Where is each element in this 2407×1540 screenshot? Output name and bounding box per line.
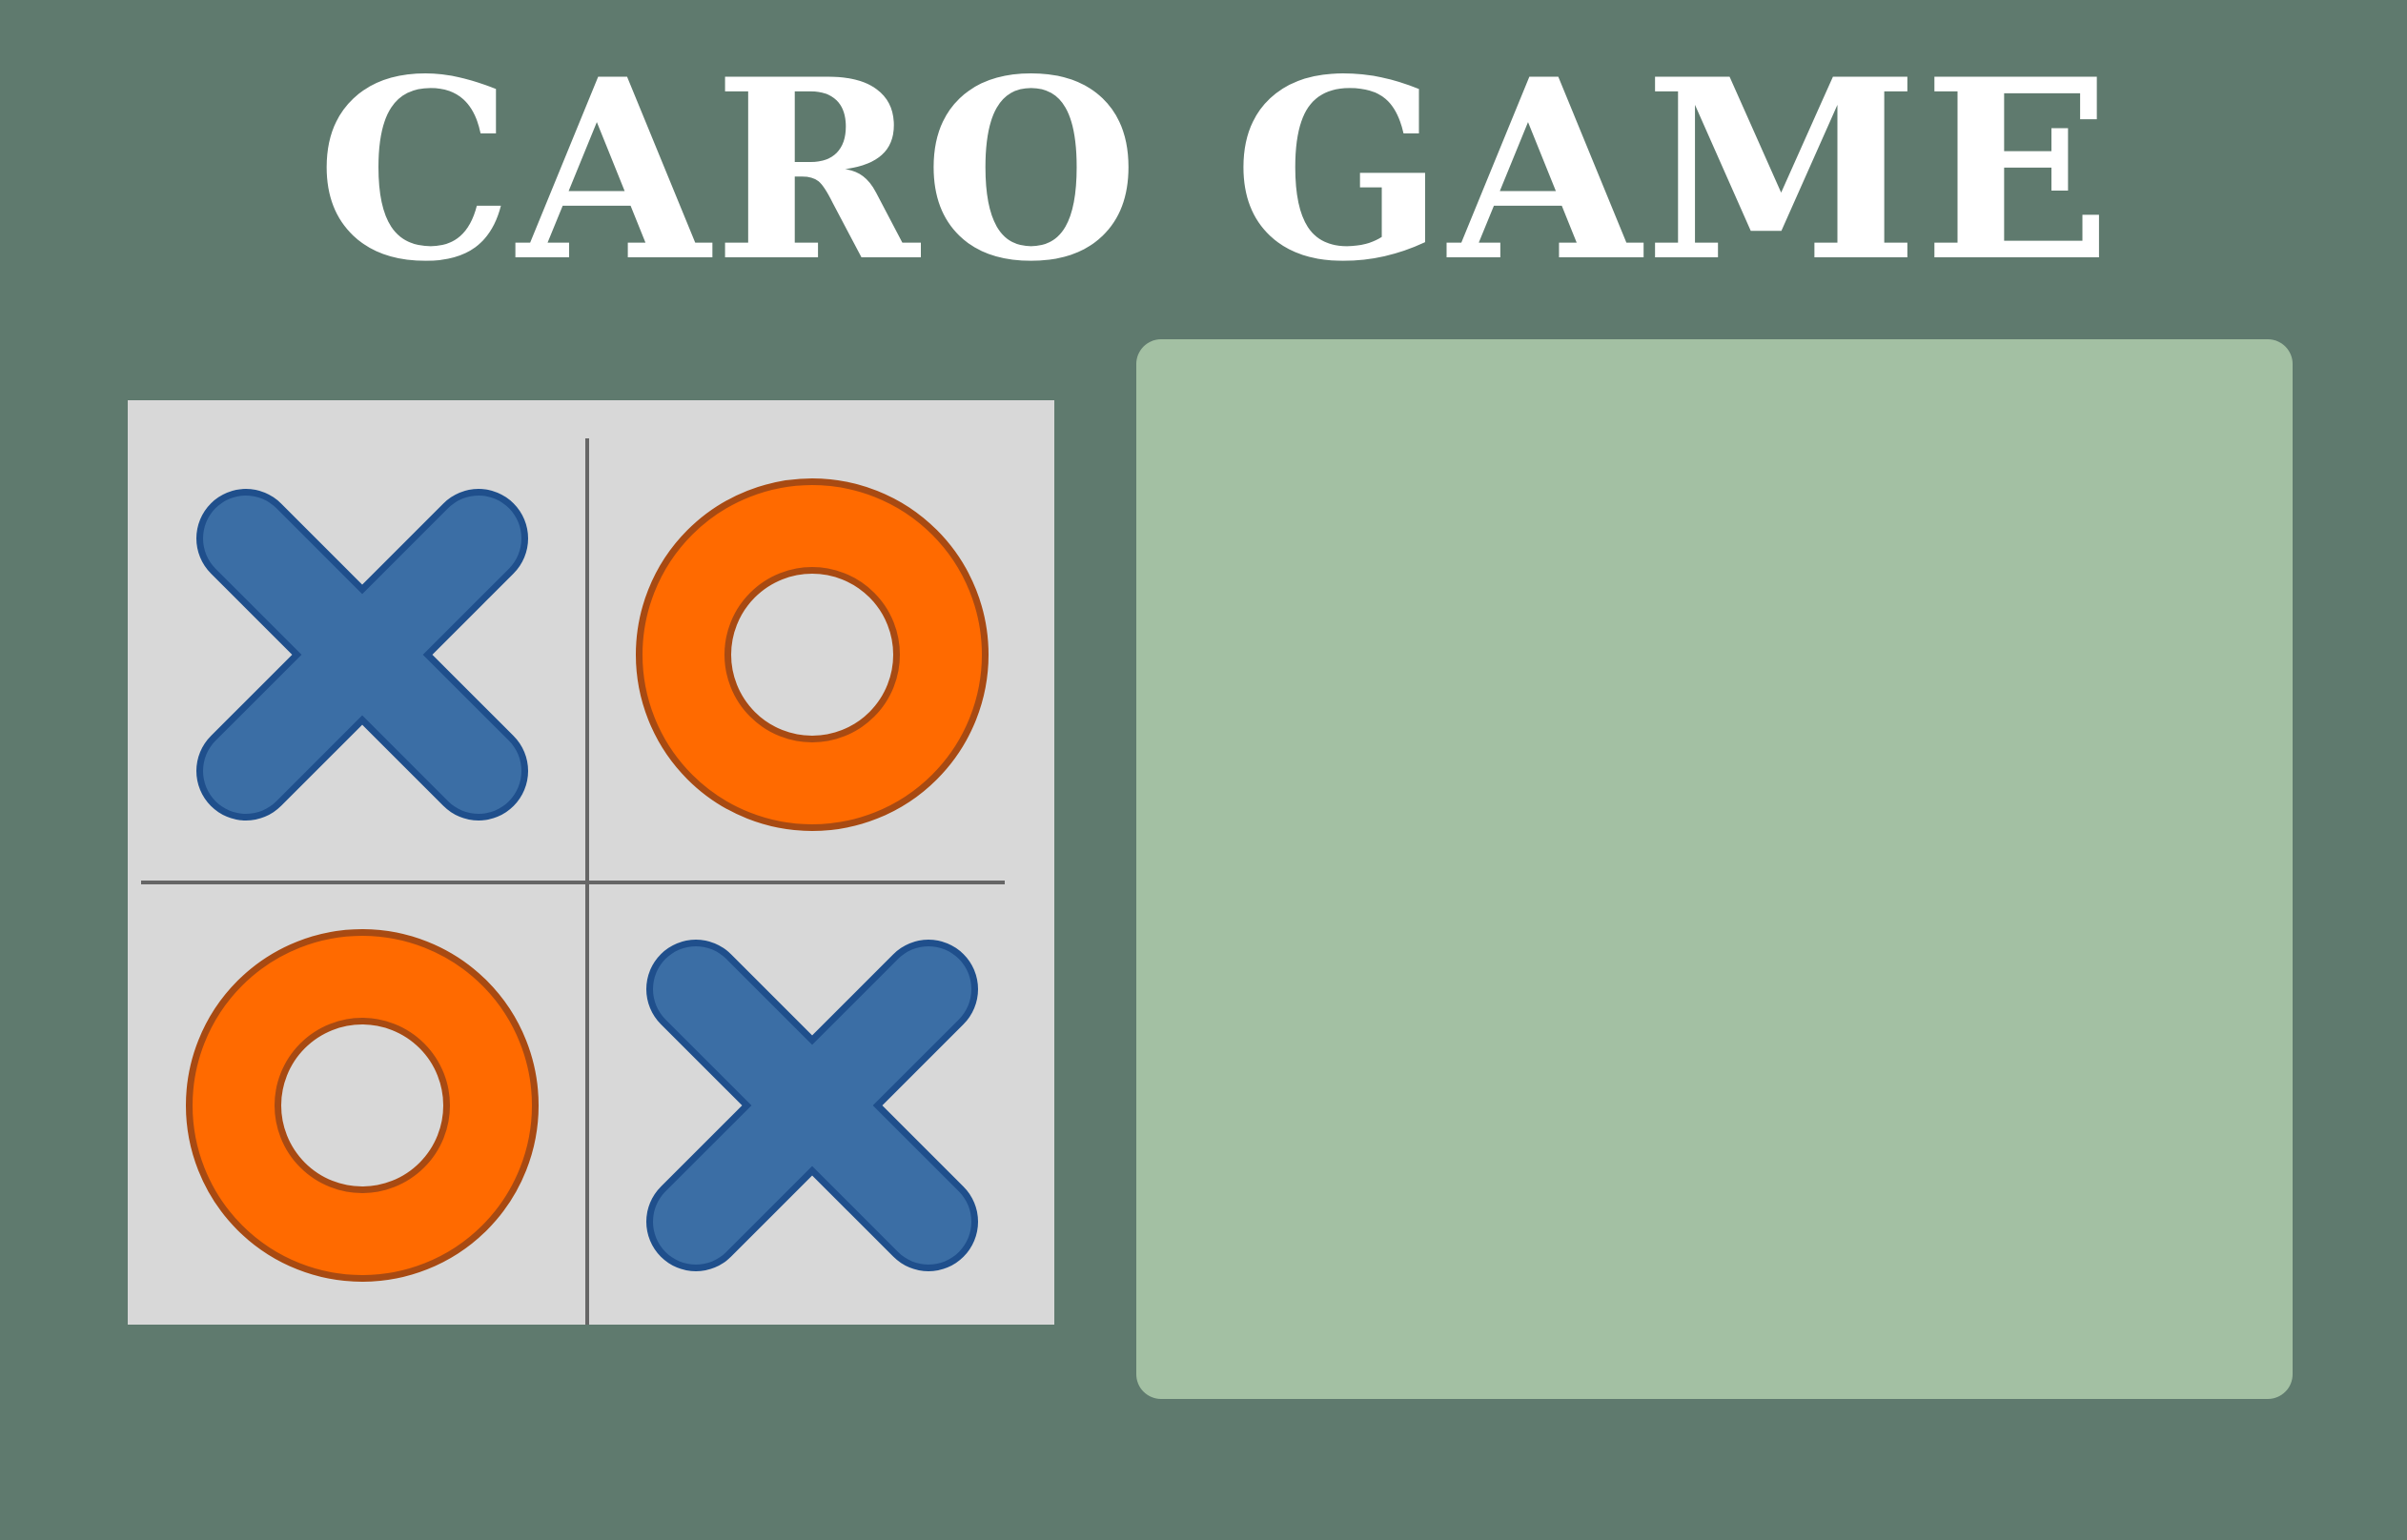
caro-logo-graphic (128, 400, 1054, 1325)
game-panel (1136, 339, 2293, 1399)
caro-logo (128, 400, 1054, 1325)
page-title: CARO GAME (316, 26, 2116, 316)
